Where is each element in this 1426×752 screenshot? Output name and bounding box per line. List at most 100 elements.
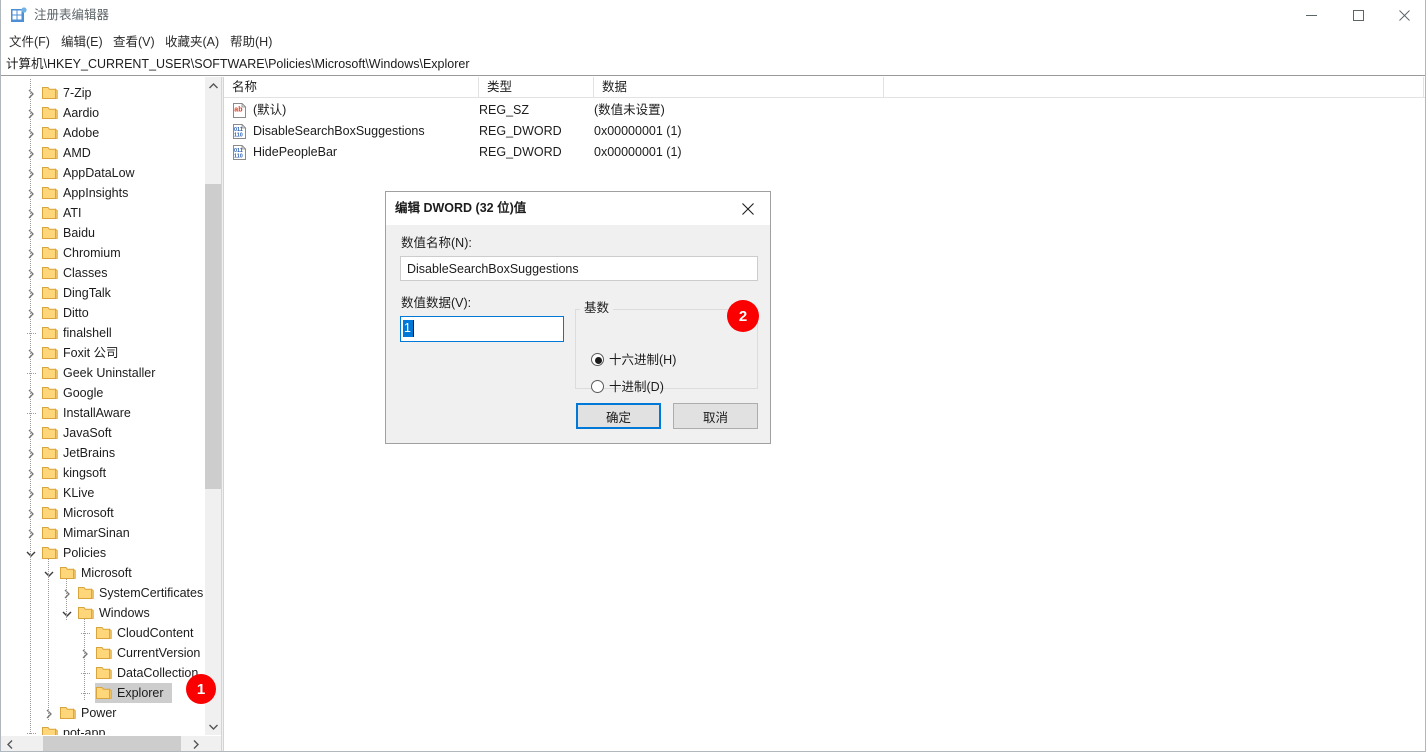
tree-item-installaware[interactable]: InstallAware: [1, 403, 204, 423]
tree-item-microsoft[interactable]: Microsoft: [1, 503, 204, 523]
chevron-right-icon[interactable]: [79, 647, 91, 659]
value-name-input[interactable]: [400, 256, 758, 281]
chevron-right-icon[interactable]: [25, 507, 37, 519]
chevron-right-icon[interactable]: [25, 447, 37, 459]
chevron-right-icon[interactable]: [25, 187, 37, 199]
chevron-right-icon[interactable]: [25, 207, 37, 219]
tree-item-baidu[interactable]: Baidu: [1, 223, 204, 243]
chevron-right-icon[interactable]: [25, 387, 37, 399]
chevron-down-icon[interactable]: [43, 567, 55, 579]
tree-item-chromium[interactable]: Chromium: [1, 243, 204, 263]
close-window-button[interactable]: [1381, 0, 1426, 31]
tree-item-windows[interactable]: Windows: [1, 603, 204, 623]
tree-item-7-zip[interactable]: 7-Zip: [1, 83, 204, 103]
tree-item-systemcertificates[interactable]: SystemCertificates: [1, 583, 204, 603]
maximize-button[interactable]: [1335, 0, 1381, 31]
tree-item-ati[interactable]: ATI: [1, 203, 204, 223]
close-icon[interactable]: [726, 192, 770, 225]
base-group-legend: 基数: [580, 300, 613, 317]
table-row[interactable]: ab(默认)REG_SZ(数值未设置): [224, 100, 1426, 121]
folder-icon: [42, 506, 58, 520]
tree-item-foxit-[interactable]: Foxit 公司: [1, 343, 204, 363]
tree-item-label: Classes: [63, 264, 107, 282]
chevron-right-icon[interactable]: [25, 267, 37, 279]
chevron-right-icon[interactable]: [25, 467, 37, 479]
menu-item-4[interactable]: 帮助(H): [227, 33, 275, 52]
ok-button[interactable]: 确定: [576, 403, 661, 429]
menu-item-1[interactable]: 编辑(E): [58, 33, 106, 52]
tree-item-google[interactable]: Google: [1, 383, 204, 403]
chevron-right-icon[interactable]: [25, 87, 37, 99]
values-column-header[interactable]: 名称类型数据: [224, 77, 1426, 98]
tree-item-classes[interactable]: Classes: [1, 263, 204, 283]
tree-item-cloudcontent[interactable]: CloudContent: [1, 623, 204, 643]
chevron-right-icon[interactable]: [25, 347, 37, 359]
tree-horizontal-scrollbar-thumb[interactable]: [43, 736, 181, 752]
column-header-1[interactable]: 类型: [479, 77, 594, 98]
tree-item-label: KLive: [63, 484, 94, 502]
tree-item-currentversion[interactable]: CurrentVersion: [1, 643, 204, 663]
tree-item-pot-app[interactable]: pot-app: [1, 723, 204, 735]
chevron-right-icon[interactable]: [25, 127, 37, 139]
tree-item-ditto[interactable]: Ditto: [1, 303, 204, 323]
chevron-right-icon[interactable]: [25, 167, 37, 179]
value-type-cell: REG_SZ: [479, 100, 529, 121]
chevron-right-icon[interactable]: [25, 107, 37, 119]
table-row[interactable]: 011110DisableSearchBoxSuggestionsREG_DWO…: [224, 121, 1426, 142]
tree-item-amd[interactable]: AMD: [1, 143, 204, 163]
tree-item-mimarsinan[interactable]: MimarSinan: [1, 523, 204, 543]
column-header-0[interactable]: 名称: [224, 77, 479, 98]
chevron-right-icon[interactable]: [25, 287, 37, 299]
tree-item-kingsoft[interactable]: kingsoft: [1, 463, 204, 483]
tree-item-power[interactable]: Power: [1, 703, 204, 723]
chevron-right-icon[interactable]: [25, 307, 37, 319]
menu-item-2[interactable]: 查看(V): [110, 33, 158, 52]
tree-vertical-scrollbar-thumb[interactable]: [205, 184, 221, 489]
tree-vertical-scrollbar[interactable]: [204, 77, 221, 735]
tree-item-finalshell[interactable]: finalshell: [1, 323, 204, 343]
tree-item-adobe[interactable]: Adobe: [1, 123, 204, 143]
registry-tree[interactable]: 7-ZipAardioAdobeAMDAppDataLowAppInsights…: [1, 77, 204, 735]
column-header-2[interactable]: 数据: [594, 77, 884, 98]
edit-dword-dialog: 编辑 DWORD (32 位)值 数值名称(N): 数值数据(V): 1 基数 …: [385, 191, 771, 444]
dword-value-icon: 011110: [232, 145, 247, 160]
tree-item-aardio[interactable]: Aardio: [1, 103, 204, 123]
tree-item-explorer[interactable]: Explorer: [1, 683, 204, 703]
menu-item-3[interactable]: 收藏夹(A): [162, 33, 222, 52]
chevron-right-icon[interactable]: [25, 527, 37, 539]
chevron-down-icon[interactable]: [61, 607, 73, 619]
tree-item-jetbrains[interactable]: JetBrains: [1, 443, 204, 463]
scroll-left-icon[interactable]: [1, 736, 18, 752]
chevron-right-icon[interactable]: [25, 247, 37, 259]
chevron-right-icon[interactable]: [61, 587, 73, 599]
tree-item-appdatalow[interactable]: AppDataLow: [1, 163, 204, 183]
tree-item-label: JetBrains: [63, 444, 115, 462]
tree-item-javasoft[interactable]: JavaSoft: [1, 423, 204, 443]
address-bar[interactable]: 计算机\HKEY_CURRENT_USER\SOFTWARE\Policies\…: [1, 53, 1426, 76]
tree-item-dingtalk[interactable]: DingTalk: [1, 283, 204, 303]
tree-item-geek-uninstaller[interactable]: Geek Uninstaller: [1, 363, 204, 383]
minimize-button[interactable]: [1288, 0, 1334, 31]
tree-horizontal-scrollbar[interactable]: [1, 735, 221, 752]
tree-item-label: Foxit 公司: [63, 344, 119, 362]
scroll-right-icon[interactable]: [187, 736, 204, 752]
folder-icon: [42, 306, 58, 320]
chevron-right-icon[interactable]: [25, 487, 37, 499]
chevron-right-icon[interactable]: [25, 427, 37, 439]
tree-item-datacollection[interactable]: DataCollection: [1, 663, 204, 683]
dialog-title-bar: 编辑 DWORD (32 位)值: [386, 192, 770, 225]
menu-item-0[interactable]: 文件(F): [6, 33, 53, 52]
chevron-down-icon[interactable]: [25, 547, 37, 559]
scroll-up-icon[interactable]: [205, 77, 221, 94]
chevron-right-icon[interactable]: [25, 227, 37, 239]
cancel-button[interactable]: 取消: [673, 403, 758, 429]
scroll-down-icon[interactable]: [205, 718, 221, 735]
tree-item-appinsights[interactable]: AppInsights: [1, 183, 204, 203]
table-row[interactable]: 011110HidePeopleBarREG_DWORD0x00000001 (…: [224, 142, 1426, 163]
chevron-right-icon[interactable]: [43, 707, 55, 719]
tree-item-klive[interactable]: KLive: [1, 483, 204, 503]
tree-item-microsoft[interactable]: Microsoft: [1, 563, 204, 583]
chevron-right-icon[interactable]: [25, 147, 37, 159]
value-data-input[interactable]: 1: [400, 316, 564, 342]
tree-item-policies[interactable]: Policies: [1, 543, 204, 563]
